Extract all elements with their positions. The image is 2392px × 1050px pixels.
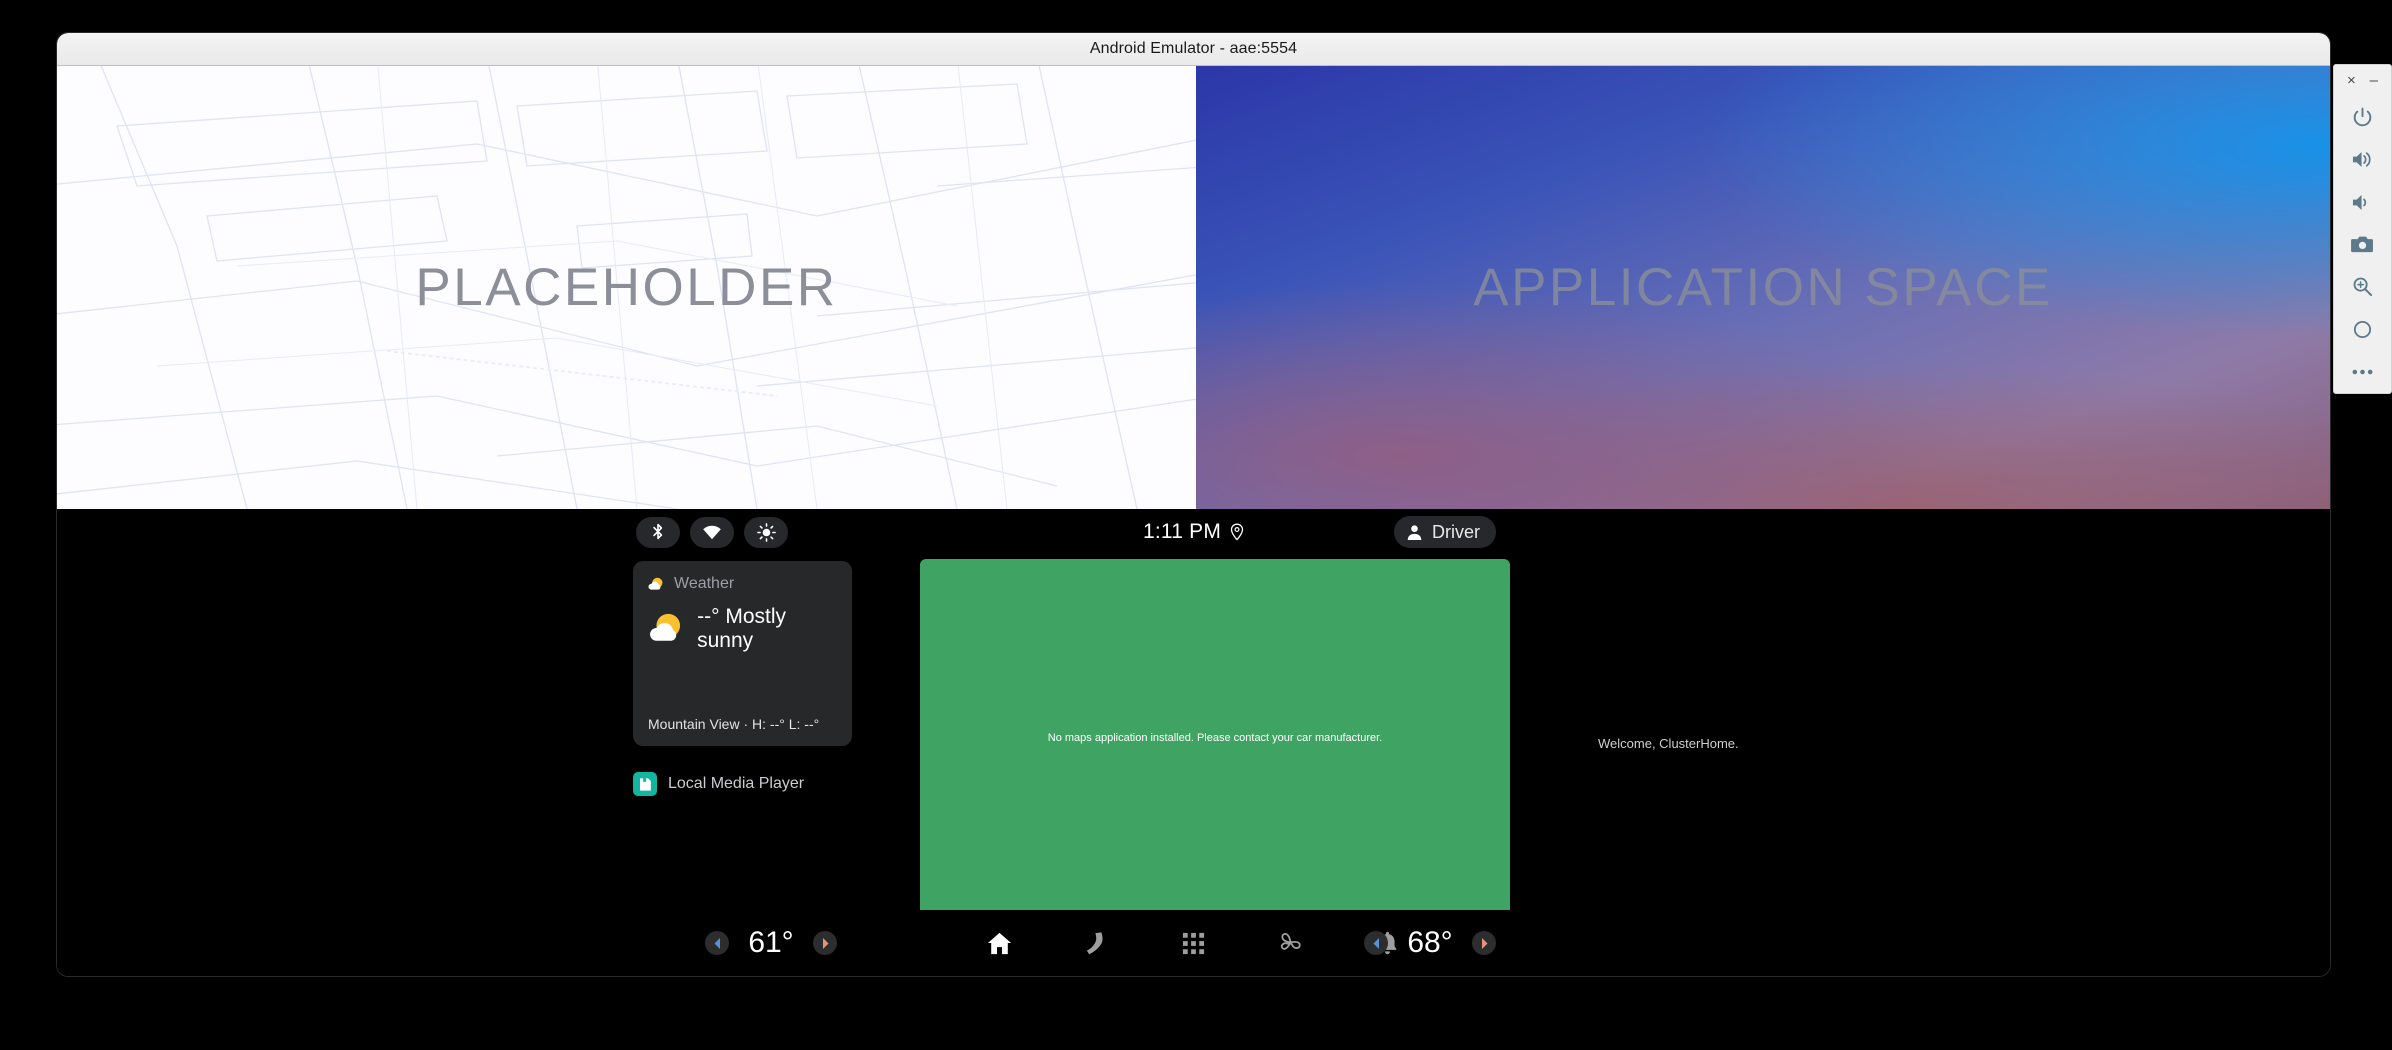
person-icon bbox=[1407, 524, 1422, 540]
upper-region: PLACEHOLDER APPLICATION SPACE bbox=[57, 66, 2330, 509]
weather-widget[interactable]: Weather --° Mostly sunny Mountain View ·… bbox=[633, 561, 852, 746]
chevron-right-icon bbox=[1481, 937, 1487, 949]
window-title-bar: Android Emulator - aae:5554 bbox=[57, 33, 2330, 66]
local-media-player-item[interactable]: Local Media Player bbox=[633, 772, 852, 796]
bottom-nav-bar: 61° 68° bbox=[57, 910, 2330, 976]
application-space-label: APPLICATION SPACE bbox=[1473, 258, 2053, 317]
close-icon[interactable]: × bbox=[2347, 73, 2356, 88]
passenger-temperature-group: 68° bbox=[1364, 926, 1496, 960]
local-media-player-label: Local Media Player bbox=[668, 775, 805, 792]
nav-apps-button[interactable] bbox=[1176, 925, 1212, 961]
weather-widget-header: Weather bbox=[648, 575, 837, 593]
media-player-icon bbox=[633, 772, 657, 796]
location-pin-icon bbox=[1230, 523, 1244, 541]
emulator-window: Android Emulator - aae:5554 PLACEHOLDER … bbox=[56, 32, 2331, 977]
map-placeholder-panel[interactable]: PLACEHOLDER bbox=[57, 66, 1196, 509]
zoom-button[interactable] bbox=[2334, 266, 2391, 308]
weather-location-highlow: Mountain View · H: --° L: --° bbox=[648, 716, 820, 732]
fan-icon bbox=[1280, 932, 1301, 950]
power-icon bbox=[2353, 107, 2372, 126]
sun-cloud-small-icon bbox=[648, 577, 663, 590]
sun-cloud-large-icon bbox=[650, 613, 681, 641]
passenger-temp-increase-button[interactable] bbox=[1472, 931, 1496, 955]
nav-climate-button[interactable] bbox=[1273, 925, 1309, 961]
home-icon bbox=[987, 932, 1012, 954]
more-button[interactable] bbox=[2334, 351, 2391, 393]
minimize-icon[interactable]: – bbox=[2370, 73, 2378, 88]
emulator-side-toolbar: × – bbox=[2333, 64, 2392, 394]
device-screen: PLACEHOLDER APPLICATION SPACE 1:11 PM Dr… bbox=[57, 66, 2330, 976]
phone-icon bbox=[1086, 931, 1103, 954]
volume-up-button[interactable] bbox=[2334, 138, 2391, 180]
home-body: Weather --° Mostly sunny Mountain View ·… bbox=[57, 555, 2330, 923]
passenger-temperature-value: 68° bbox=[1407, 926, 1453, 959]
weather-condition: --° Mostly sunny bbox=[697, 605, 787, 652]
power-button[interactable] bbox=[2334, 96, 2391, 138]
application-space-panel[interactable]: APPLICATION SPACE bbox=[1196, 66, 2330, 509]
status-bar: 1:11 PM Driver bbox=[57, 509, 2330, 555]
chevron-left-icon bbox=[1373, 937, 1379, 949]
nav-home-button[interactable] bbox=[982, 925, 1018, 961]
widget-column: Weather --° Mostly sunny Mountain View ·… bbox=[633, 561, 852, 796]
volume-down-icon bbox=[2352, 194, 2367, 210]
weather-widget-title: Weather bbox=[674, 575, 735, 592]
map-placeholder-label: PLACEHOLDER bbox=[415, 258, 838, 317]
driver-label: Driver bbox=[1432, 521, 1480, 542]
rotate-button[interactable] bbox=[2334, 308, 2391, 350]
driver-profile-button[interactable]: Driver bbox=[1394, 516, 1496, 548]
maps-panel-message: No maps application installed. Please co… bbox=[1047, 732, 1383, 744]
volume-down-button[interactable] bbox=[2334, 181, 2391, 223]
apps-grid-icon bbox=[1182, 932, 1205, 954]
weather-widget-main: --° Mostly sunny bbox=[648, 605, 837, 653]
screenshot-button[interactable] bbox=[2334, 223, 2391, 265]
cluster-welcome-message: Welcome, ClusterHome. bbox=[1598, 736, 1739, 751]
toolbar-window-buttons: × – bbox=[2334, 65, 2391, 96]
maps-panel[interactable]: No maps application installed. Please co… bbox=[920, 559, 1510, 923]
volume-up-icon bbox=[2352, 152, 2371, 167]
nav-phone-button[interactable] bbox=[1079, 925, 1115, 961]
passenger-temp-decrease-button[interactable] bbox=[1364, 931, 1388, 955]
window-title: Android Emulator - aae:5554 bbox=[1089, 40, 1298, 57]
media-card-glyph bbox=[639, 777, 651, 791]
nav-icon-group bbox=[57, 925, 2330, 961]
camera-icon bbox=[2351, 237, 2373, 253]
status-center-group: 1:11 PM bbox=[57, 520, 2330, 544]
circle-icon bbox=[2353, 320, 2372, 338]
magnifier-plus-icon bbox=[2353, 277, 2373, 297]
ellipsis-icon bbox=[2352, 369, 2373, 375]
status-clock: 1:11 PM bbox=[1142, 520, 1222, 543]
